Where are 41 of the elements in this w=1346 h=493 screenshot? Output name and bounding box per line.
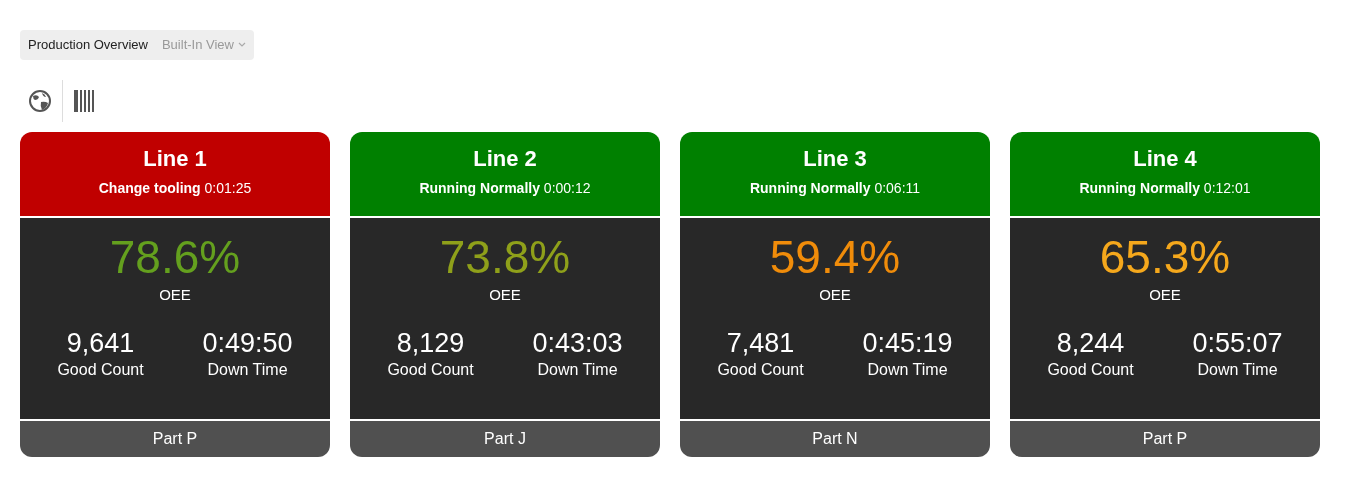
globe-icon[interactable] [28,88,52,113]
view-dropdown[interactable]: Built-In View [161,35,246,55]
oee-label: OEE [488,285,522,306]
oee-label: OEE [818,285,852,306]
view-title: Production Overview [28,36,148,54]
line-name: Line 1 [142,145,208,172]
down-time-label: Down Time [206,360,289,381]
down-time-value: 0:55:07 [1192,328,1283,359]
down-time-value: 0:49:50 [202,328,293,359]
part-label: Part P [20,420,330,457]
good-count-label: Good Count [387,360,474,381]
part-label: Part N [680,420,990,457]
good-count-label: Good Count [57,360,144,381]
line-status: Running Normally 0:00:12 [418,178,592,198]
barcode-icon[interactable] [73,88,97,113]
oee-value: 73.8% [438,231,572,283]
down-time-label: Down Time [536,360,619,381]
oee-label: OEE [1148,285,1182,306]
good-count-value: 8,244 [1055,328,1126,359]
line-name: Line 3 [802,145,868,172]
good-count-label: Good Count [717,360,804,381]
line-status: Running Normally 0:12:01 [1078,178,1252,198]
down-time-label: Down Time [866,360,949,381]
line-status: Change tooling 0:01:25 [97,178,253,198]
good-count-value: 9,641 [65,328,136,359]
oee-value: 59.4% [768,231,902,283]
oee-value: 78.6% [108,231,242,283]
caret-icon [237,41,246,48]
good-count-value: 8,129 [395,328,466,359]
down-time-value: 0:43:03 [532,328,623,359]
oee-label: OEE [158,285,192,306]
line-name: Line 4 [1132,145,1198,172]
oee-value: 65.3% [1098,231,1232,283]
part-label: Part P [1010,420,1320,457]
line-name: Line 2 [472,145,538,172]
down-time-value: 0:45:19 [862,328,953,359]
good-count-value: 7,481 [725,328,796,359]
down-time-label: Down Time [1196,360,1279,381]
line-status: Running Normally 0:06:11 [748,178,922,198]
good-count-label: Good Count [1047,360,1134,381]
part-label: Part J [350,420,660,457]
